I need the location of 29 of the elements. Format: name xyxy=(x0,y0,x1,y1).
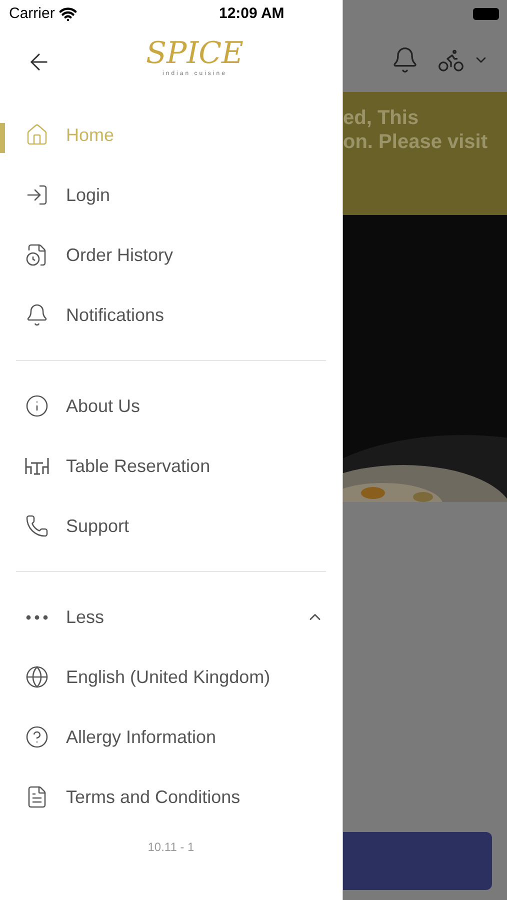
login-icon xyxy=(25,183,49,207)
wifi-icon xyxy=(58,5,77,23)
phone-icon xyxy=(25,514,49,538)
menu-item[interactable]: Terms and Conditions xyxy=(24,784,240,810)
carrier-text: Carrier xyxy=(9,4,55,24)
version-text: 10.11 - 1 xyxy=(148,839,194,856)
bell-icon xyxy=(25,303,49,327)
globe-icon xyxy=(25,665,49,689)
menu-item[interactable]: Login xyxy=(24,182,110,208)
help-icon xyxy=(25,725,49,749)
table-chairs-icon xyxy=(24,455,50,477)
menu-item[interactable]: Order History xyxy=(24,242,174,268)
info-icon xyxy=(25,394,49,418)
menu-item[interactable]: About Us xyxy=(24,392,140,420)
more-dots-icon xyxy=(26,614,48,620)
logo-title: SPICE xyxy=(146,38,244,70)
banner-text: on. Please visit xyxy=(343,130,489,154)
menu-item[interactable]: English (United Kingdom) xyxy=(24,664,270,690)
battery-icon xyxy=(473,8,499,20)
less-toggle[interactable]: Less xyxy=(0,587,342,647)
menu-item[interactable]: Table Reservation xyxy=(24,452,210,480)
banner-text: ed, This xyxy=(343,106,420,130)
clock-text: 12:09 AM xyxy=(219,4,284,24)
bell-icon xyxy=(391,46,419,74)
home-icon xyxy=(25,123,49,147)
selected-indicator xyxy=(0,123,5,153)
menu-item[interactable]: Allergy Information xyxy=(24,724,216,750)
menu-item[interactable]: Support xyxy=(24,512,130,540)
menu-item[interactable]: Notifications xyxy=(24,302,164,328)
